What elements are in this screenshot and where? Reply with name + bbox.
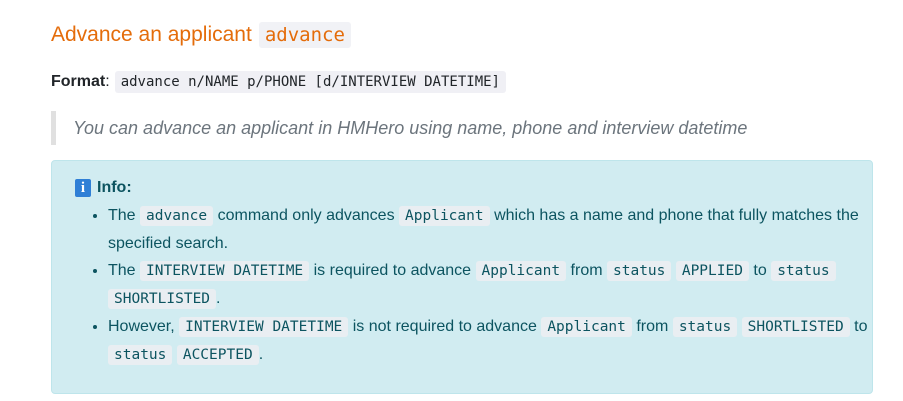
info-code: advance [140, 206, 214, 226]
info-list-item: The INTERVIEW DATETIME is required to ad… [108, 257, 868, 313]
info-code: status [108, 345, 173, 365]
info-code: Applicant [541, 317, 632, 337]
info-list: The advance command only advances Applic… [88, 202, 868, 369]
info-title-text: Info: [97, 179, 132, 196]
info-code: SHORTLISTED [741, 317, 850, 337]
info-text: The [108, 262, 136, 279]
info-title: i Info: [75, 179, 132, 197]
info-text: is required to advance [313, 262, 472, 279]
info-code: Applicant [399, 206, 490, 226]
format-colon: : [105, 73, 110, 90]
info-text: . [258, 346, 264, 363]
info-text: from [570, 262, 603, 279]
info-text: The [108, 207, 136, 224]
info-list-item: The advance command only advances Applic… [108, 202, 868, 257]
info-code: SHORTLISTED [108, 289, 217, 309]
info-code: status [672, 317, 738, 337]
format-label: Format [51, 73, 106, 90]
info-text: is not required to advance [352, 318, 537, 335]
info-text: to [753, 262, 767, 279]
info-code: Applicant [475, 261, 567, 281]
info-icon: i [75, 179, 91, 197]
info-code: INTERVIEW DATETIME [140, 261, 310, 281]
info-text: from [636, 318, 669, 335]
info-text: However, [108, 318, 175, 335]
section-heading-code: advance [258, 22, 351, 48]
description-quote-text: You can advance an applicant in HMHero u… [73, 117, 748, 138]
info-code: INTERVIEW DATETIME [179, 317, 349, 337]
info-code: ACCEPTED [176, 345, 259, 365]
format-line: Format: advance n/NAME p/PHONE [d/INTERV… [51, 71, 506, 93]
info-text: . [216, 290, 221, 307]
section-heading-text: Advance an applicant [51, 23, 252, 46]
info-text: to [854, 318, 868, 335]
info-code: status [771, 261, 836, 281]
section-heading: Advance an applicant advance [51, 22, 351, 48]
info-box: i Info: The advance command only advance… [51, 160, 873, 394]
info-code: APPLIED [675, 261, 749, 281]
description-quote: You can advance an applicant in HMHero u… [51, 111, 747, 145]
info-code: status [607, 261, 672, 281]
format-code: advance n/NAME p/PHONE [d/INTERVIEW DATE… [114, 71, 506, 93]
info-text: command only advances [217, 207, 395, 224]
info-list-item: However, INTERVIEW DATETIME is not requi… [108, 313, 868, 369]
